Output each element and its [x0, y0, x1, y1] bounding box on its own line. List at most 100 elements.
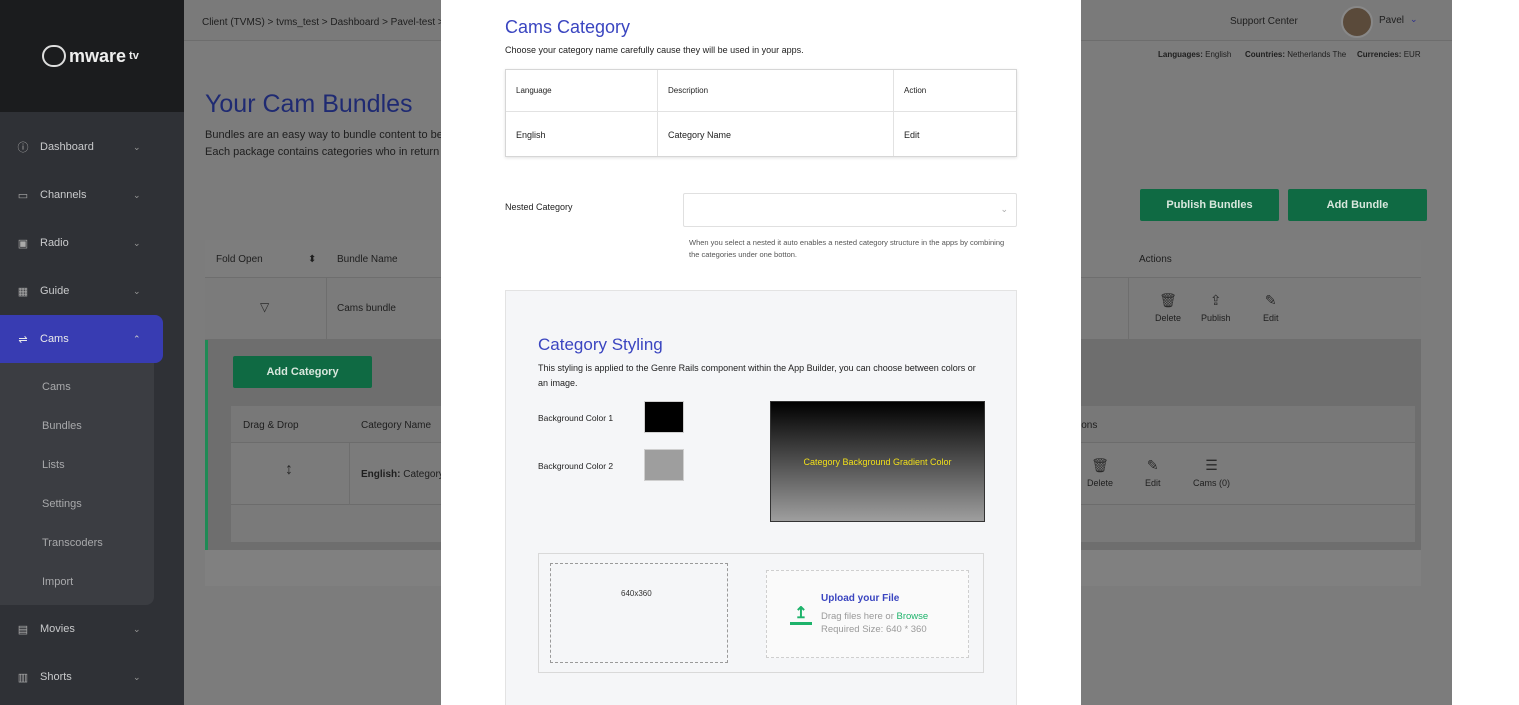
row-description: Category Name [668, 130, 732, 140]
list-icon: ☰ [1205, 457, 1218, 473]
monitor-icon: ▭ [17, 189, 29, 202]
image-preview: 640x360 [550, 563, 728, 663]
chevron-down-icon: ⌄ [133, 671, 141, 682]
page-description: Bundles are an easy way to bundle conten… [205, 129, 454, 158]
shorts-icon: ▥ [17, 671, 29, 684]
publish-bundles-button[interactable]: Publish Bundles [1140, 189, 1279, 221]
table-header: Language Description Action [506, 70, 1016, 112]
category-name: English: Category N [361, 469, 454, 480]
styling-description: This styling is applied to the Genre Rai… [538, 363, 976, 388]
logo-icon [42, 45, 66, 67]
col-drag-drop: Drag & Drop [243, 420, 299, 431]
col-actions: ions [1079, 420, 1098, 431]
sidebar-item-dashboard[interactable]: ⓘ Dashboard ⌄ [0, 123, 184, 171]
bg-color-2-label: Background Color 2 [538, 461, 614, 471]
delete-bundle-button[interactable]: 🗑 Delete [1155, 292, 1181, 323]
col-description: Description [668, 86, 709, 95]
cam-icon: ⇌ [18, 333, 28, 346]
chevron-up-icon: ⌃ [133, 333, 141, 344]
nested-category-label: Nested Category [505, 202, 573, 212]
chevron-down-icon: ⌄ [133, 623, 141, 634]
upload-icon: ⇪ [1209, 292, 1222, 308]
modal-title: Cams Category [505, 17, 631, 37]
chevron-down-icon: ⌄ [133, 285, 141, 296]
chevron-down-icon: ⌄ [133, 237, 141, 248]
upload-title: Upload your File [821, 593, 900, 604]
nested-category-select[interactable]: ⌄ [683, 193, 1017, 227]
bg-color-1-swatch[interactable] [644, 401, 684, 433]
trash-icon: 🗑 [1159, 292, 1177, 308]
bundle-name: Cams bundle [337, 303, 396, 314]
category-cams-button[interactable]: ☰ Cams (0) [1193, 457, 1230, 488]
sidebar-item-guide[interactable]: ▦ Guide ⌄ [0, 267, 184, 315]
subnav-item-lists[interactable]: Lists [0, 445, 154, 484]
user-name[interactable]: Pavel [1379, 15, 1404, 26]
sidebar-item-movies[interactable]: ▤ Movies ⌄ [0, 605, 184, 653]
subnav-item-transcoders[interactable]: Transcoders [0, 523, 154, 562]
gradient-preview: Category Background Gradient Color [770, 401, 985, 522]
film-icon: ▤ [17, 623, 29, 636]
logo[interactable]: mware tv [42, 45, 139, 67]
upload-icon: ↥ [790, 603, 812, 625]
bg-color-2-swatch[interactable] [644, 449, 684, 481]
edit-icon: ✎ [1146, 457, 1159, 473]
trash-icon: 🗑 [1091, 457, 1109, 473]
nested-category-help: When you select a nested it auto enables… [689, 238, 1005, 259]
add-bundle-button[interactable]: Add Bundle [1288, 189, 1427, 221]
browse-link[interactable]: Browse [897, 611, 929, 622]
row-language: English [516, 130, 546, 140]
subnav-item-import[interactable]: Import [0, 562, 154, 601]
sidebar-item-radio[interactable]: ▣ Radio ⌄ [0, 219, 184, 267]
sidebar-item-cams[interactable]: ⇌ Cams ⌃ [0, 315, 163, 363]
chevron-down-icon[interactable]: ⌄ [1410, 14, 1418, 25]
sidebar-header: mware tv [0, 0, 184, 112]
delete-category-button[interactable]: 🗑 Delete [1087, 457, 1113, 488]
col-action: Action [904, 86, 927, 95]
sidebar-item-shorts[interactable]: ▥ Shorts ⌄ [0, 653, 184, 701]
edit-category-button[interactable]: ✎ Edit [1145, 457, 1161, 488]
chevron-down-icon: ⌄ [133, 141, 141, 152]
cams-subnav: Cams Bundles Lists Settings Transcoders … [0, 363, 154, 605]
bg-color-1-label: Background Color 1 [538, 413, 614, 423]
image-upload-area: 640x360 ↥ Upload your File Drag files he… [538, 553, 984, 673]
col-fold-open[interactable]: Fold Open [216, 254, 263, 265]
subnav-item-cams[interactable]: Cams [0, 367, 154, 406]
page-title: Your Cam Bundles [205, 90, 413, 118]
avatar[interactable] [1341, 6, 1373, 38]
edit-link[interactable]: Edit [904, 130, 920, 140]
styling-title: Category Styling [538, 335, 663, 354]
edit-bundle-button[interactable]: ✎ Edit [1263, 292, 1279, 323]
modal-subtitle: Choose your category name carefully caus… [505, 45, 804, 55]
col-bundle-name: Bundle Name [337, 254, 398, 265]
sidebar: mware tv ⓘ Dashboard ⌄ ▭ Channels ⌄ ▣ Rad… [0, 0, 184, 705]
languages-info: Languages: English [1158, 50, 1232, 59]
info-icon: ⓘ [17, 142, 29, 154]
sort-icon[interactable]: ⬍ [308, 254, 316, 265]
support-center-link[interactable]: Support Center [1230, 16, 1298, 27]
upload-instructions: Drag files here or Browse [821, 611, 929, 622]
subnav-item-settings[interactable]: Settings [0, 484, 154, 523]
category-language-table: Language Description Action English Cate… [505, 69, 1017, 157]
grid-icon: ▦ [17, 285, 29, 298]
currencies-info: Currencies: EUR [1357, 50, 1421, 59]
add-category-button[interactable]: Add Category [233, 356, 372, 388]
expand-toggle-icon[interactable]: ▽ [260, 300, 269, 314]
chevron-down-icon: ⌄ [1000, 204, 1008, 214]
cams-category-modal: Cams Category Choose your category name … [441, 0, 1081, 705]
radio-icon: ▣ [17, 237, 29, 250]
col-actions: Actions [1139, 254, 1172, 265]
file-dropzone[interactable]: ↥ Upload your File Drag files here or Br… [766, 570, 969, 658]
col-language: Language [516, 86, 552, 95]
countries-info: Countries: Netherlands The [1245, 50, 1347, 59]
upload-required-size: Required Size: 640 * 360 [821, 624, 927, 635]
sidebar-nav: ⓘ Dashboard ⌄ ▭ Channels ⌄ ▣ Radio ⌄ ▦ G… [0, 123, 184, 701]
publish-bundle-button[interactable]: ⇪ Publish [1201, 292, 1231, 323]
edit-icon: ✎ [1264, 292, 1277, 308]
category-styling-panel: Category Styling This styling is applied… [505, 290, 1017, 705]
breadcrumb[interactable]: Client (TVMS) > tvms_test > Dashboard > … [202, 17, 444, 28]
chevron-down-icon: ⌄ [133, 189, 141, 200]
drag-handle-icon[interactable]: ↕ [285, 461, 293, 479]
subnav-item-bundles[interactable]: Bundles [0, 406, 154, 445]
col-category-name: Category Name [361, 420, 432, 431]
sidebar-item-channels[interactable]: ▭ Channels ⌄ [0, 171, 184, 219]
